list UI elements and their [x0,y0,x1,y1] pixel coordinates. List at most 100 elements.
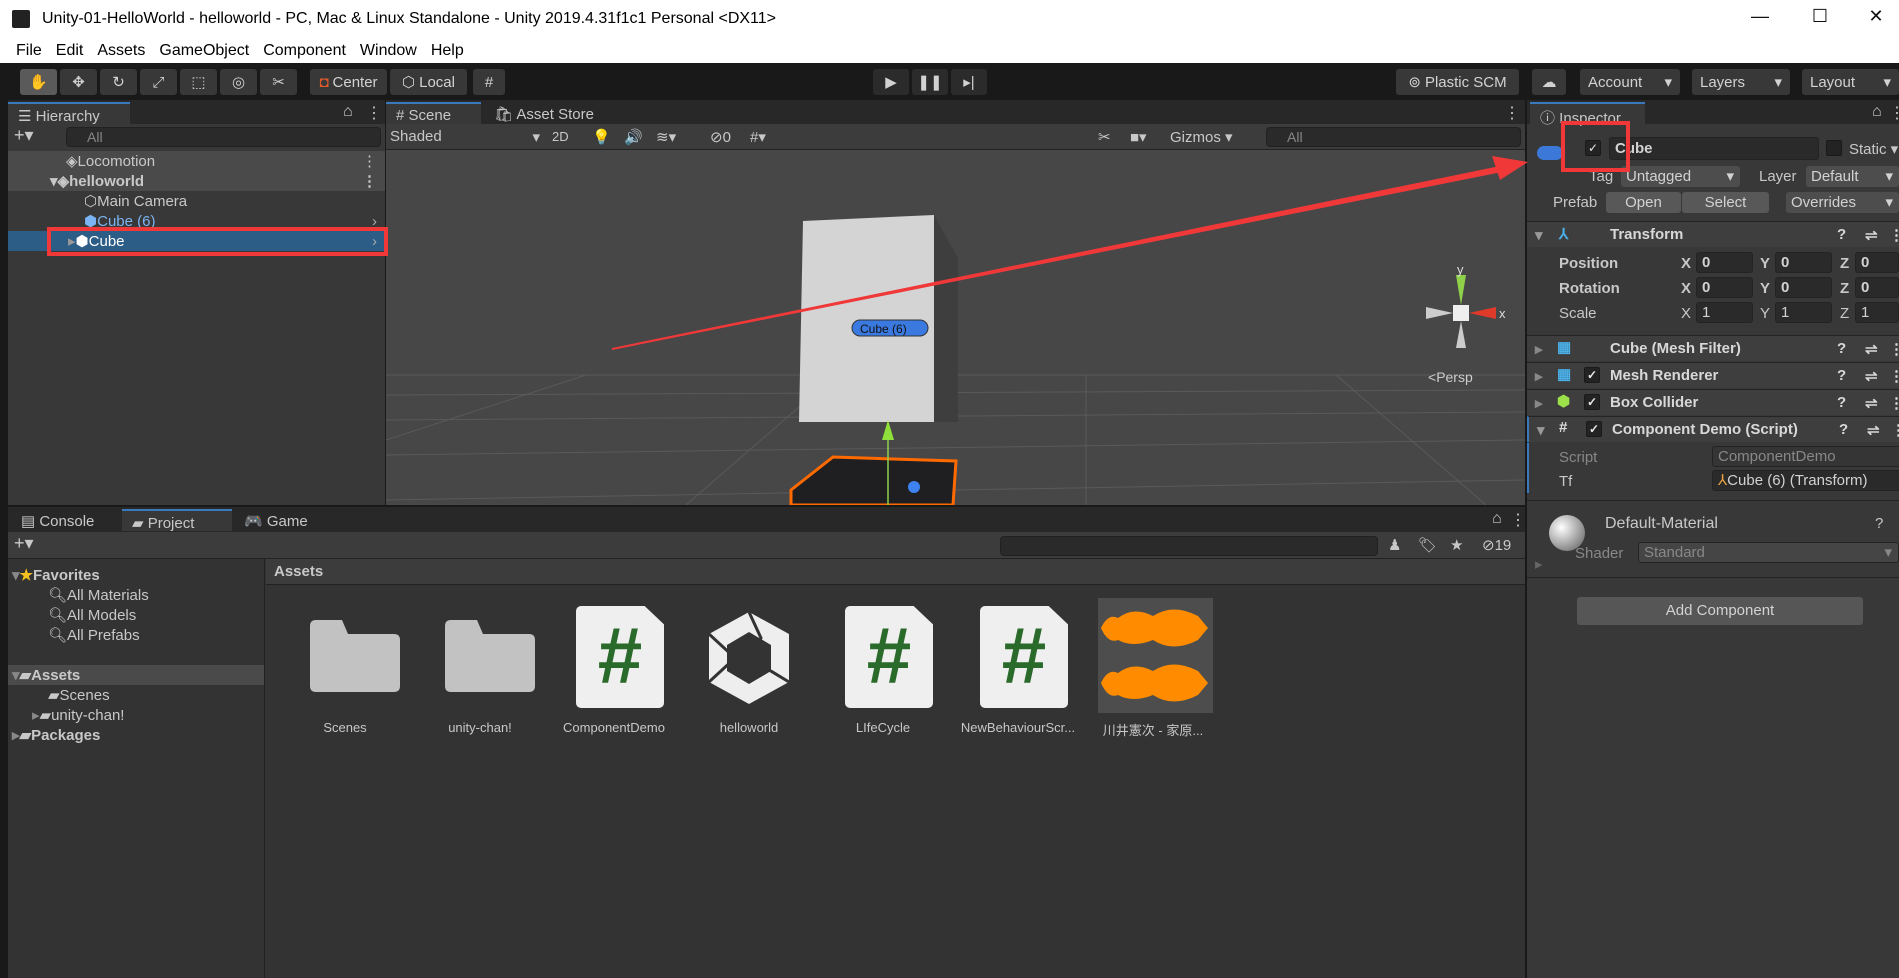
plastic-scm-button[interactable]: ⊚ Plastic SCM [1396,69,1519,95]
more-options-icon[interactable]: ⋮ [1889,226,1899,244]
scene-viewport[interactable]: Cube (6) y x <Persp [386,150,1525,505]
tree-all-materials[interactable]: 🔍︎ All Materials [8,585,264,605]
move-tool-icon[interactable]: ✥ [60,69,97,95]
box-collider-header[interactable]: ▸ ⬢ ✓ Box Collider ? ⇌ ⋮ [1527,389,1899,415]
maximize-button[interactable]: ☐ [1800,6,1840,32]
tree-all-prefabs[interactable]: 🔍︎ All Prefabs [8,625,264,645]
more-options-icon[interactable]: ⋮ [1510,510,1526,530]
hierarchy-search-input[interactable]: All [66,127,381,147]
more-options-icon[interactable]: ⋮ [362,172,377,190]
camera-icon[interactable]: ■▾ [1130,128,1147,146]
pause-button[interactable]: ❚❚ [912,69,948,95]
search-by-type-icon[interactable]: ♟ [1388,536,1401,554]
tag-dropdown[interactable]: Untagged ▾ [1621,166,1740,187]
object-name-input[interactable]: Cube [1609,137,1819,160]
tab-game[interactable]: 🎮 Game [234,509,324,531]
prefab-open-button[interactable]: Open [1606,192,1681,213]
expand-arrow-icon[interactable]: ▸ [1535,555,1543,573]
prefab-overrides-dropdown[interactable]: Overrides ▾ [1786,192,1899,213]
menu-component[interactable]: Component [263,42,346,60]
rotation-y-input[interactable]: 0 [1775,277,1832,298]
tree-assets[interactable]: ▾ ▰ Assets [8,665,264,685]
audio-icon[interactable]: 🔊 [624,128,643,146]
scale-tool-icon[interactable]: ⤢ [140,69,177,95]
lighting-icon[interactable]: 💡 [592,128,611,146]
grid-snap-icon[interactable]: # [473,69,505,95]
create-button[interactable]: +▾ [14,533,34,554]
layout-dropdown[interactable]: Layout ▾ [1802,69,1899,95]
more-options-icon[interactable]: ⋮ [1889,103,1899,123]
scale-x-input[interactable]: 1 [1696,302,1753,323]
grid-snap-icon[interactable]: #▾ [750,128,766,146]
scene-search-input[interactable]: All [1266,127,1521,147]
hidden-objects-toggle[interactable]: ⊘0 [710,128,731,146]
hierarchy-item-main-camera[interactable]: ⬡ Main Camera [8,191,385,211]
tree-all-models[interactable]: 🔍︎ All Models [8,605,264,625]
add-component-button[interactable]: Add Component [1577,597,1863,625]
static-label[interactable]: Static ▾ [1849,140,1898,158]
mesh-renderer-enabled-checkbox[interactable]: ✓ [1584,367,1600,383]
custom-tool-icon[interactable]: ✂ [260,69,297,95]
menu-assets[interactable]: Assets [97,42,145,60]
menu-window[interactable]: Window [360,42,417,60]
layer-dropdown[interactable]: Default ▾ [1806,166,1899,187]
create-button[interactable]: +▾ [14,125,34,146]
tree-favorites[interactable]: ▾ ★ Favorites [8,565,264,585]
hidden-packages-toggle[interactable]: ⊘19 [1482,536,1511,554]
prefab-select-button[interactable]: Select [1682,192,1769,213]
gizmos-dropdown[interactable]: Gizmos ▾ [1170,128,1233,146]
effects-icon[interactable]: ≋▾ [656,128,676,146]
more-options-icon[interactable]: ⋮ [1504,103,1520,123]
close-button[interactable]: ✕ [1856,6,1896,32]
2d-toggle[interactable]: 2D [552,129,569,144]
tab-scene[interactable]: # Scene [386,102,481,124]
rotate-tool-icon[interactable]: ↻ [100,69,137,95]
help-icon[interactable]: ? [1875,515,1883,532]
tf-object-field[interactable]: ⅄Cube (6) (Transform) [1712,470,1899,491]
help-icon[interactable]: ? [1837,226,1846,243]
cloud-icon[interactable]: ☁ [1532,69,1566,95]
account-dropdown[interactable]: Account ▾ [1580,69,1680,95]
more-options-icon[interactable]: ⋮ [366,103,382,123]
mesh-filter-header[interactable]: ▸ ▦ Cube (Mesh Filter) ? ⇌ ⋮ [1527,335,1899,361]
pivot-center-button[interactable]: ◘ Center [310,69,387,95]
rotation-x-input[interactable]: 0 [1696,277,1753,298]
box-collider-enabled-checkbox[interactable]: ✓ [1584,394,1600,410]
lock-icon[interactable]: ⌂ [1492,510,1502,528]
scale-z-input[interactable]: 1 [1855,302,1899,323]
more-options-icon[interactable]: ⋮ [362,152,377,170]
position-x-input[interactable]: 0 [1696,252,1753,273]
static-checkbox[interactable] [1826,140,1842,156]
step-button[interactable]: ▸| [951,69,987,95]
tab-console[interactable]: ▤ Console [11,509,121,531]
tab-asset-store[interactable]: 🛍 Asset Store [484,102,604,124]
play-button[interactable]: ▶ [873,69,909,95]
project-search-input[interactable] [1000,536,1378,556]
rotation-z-input[interactable]: 0 [1855,277,1899,298]
menu-edit[interactable]: Edit [56,42,84,60]
preset-icon[interactable]: ⇌ [1865,226,1878,244]
component-demo-enabled-checkbox[interactable]: ✓ [1586,421,1602,437]
component-demo-header[interactable]: ▾ # ✓ Component Demo (Script) ? ⇌ ⋮ [1527,416,1899,442]
rect-tool-icon[interactable]: ⬚ [180,69,217,95]
search-by-label-icon[interactable]: 🏷 [1418,536,1437,554]
tab-hierarchy[interactable]: ☰ Hierarchy [8,102,130,125]
tree-unity-chan[interactable]: ▸ ▰ unity-chan! [8,705,264,725]
favorites-star-icon[interactable]: ★ [1450,536,1463,554]
shader-dropdown[interactable]: Standard ▾ [1638,542,1899,563]
minimize-button[interactable]: — [1740,6,1780,32]
layers-dropdown[interactable]: Layers ▾ [1692,69,1790,95]
tree-scenes[interactable]: ▰ Scenes [8,685,264,705]
pivot-local-button[interactable]: ⬡ Local [390,69,467,95]
hand-tool-icon[interactable]: ✋ [20,69,57,95]
hierarchy-item-helloworld[interactable]: ▾ ◈ helloworld ⋮ [8,171,385,191]
position-y-input[interactable]: 0 [1775,252,1832,273]
lock-icon[interactable]: ⌂ [1872,103,1882,121]
transform-header[interactable]: ▾ ⅄ Transform ? ⇌ ⋮ [1527,221,1899,247]
scale-y-input[interactable]: 1 [1775,302,1832,323]
transform-tool-icon[interactable]: ◎ [220,69,257,95]
hierarchy-item-locomotion[interactable]: ◈ Locomotion ⋮ [8,151,385,171]
tab-project[interactable]: ▰ Project [122,509,232,532]
position-z-input[interactable]: 0 [1855,252,1899,273]
menu-gameobject[interactable]: GameObject [159,42,249,60]
